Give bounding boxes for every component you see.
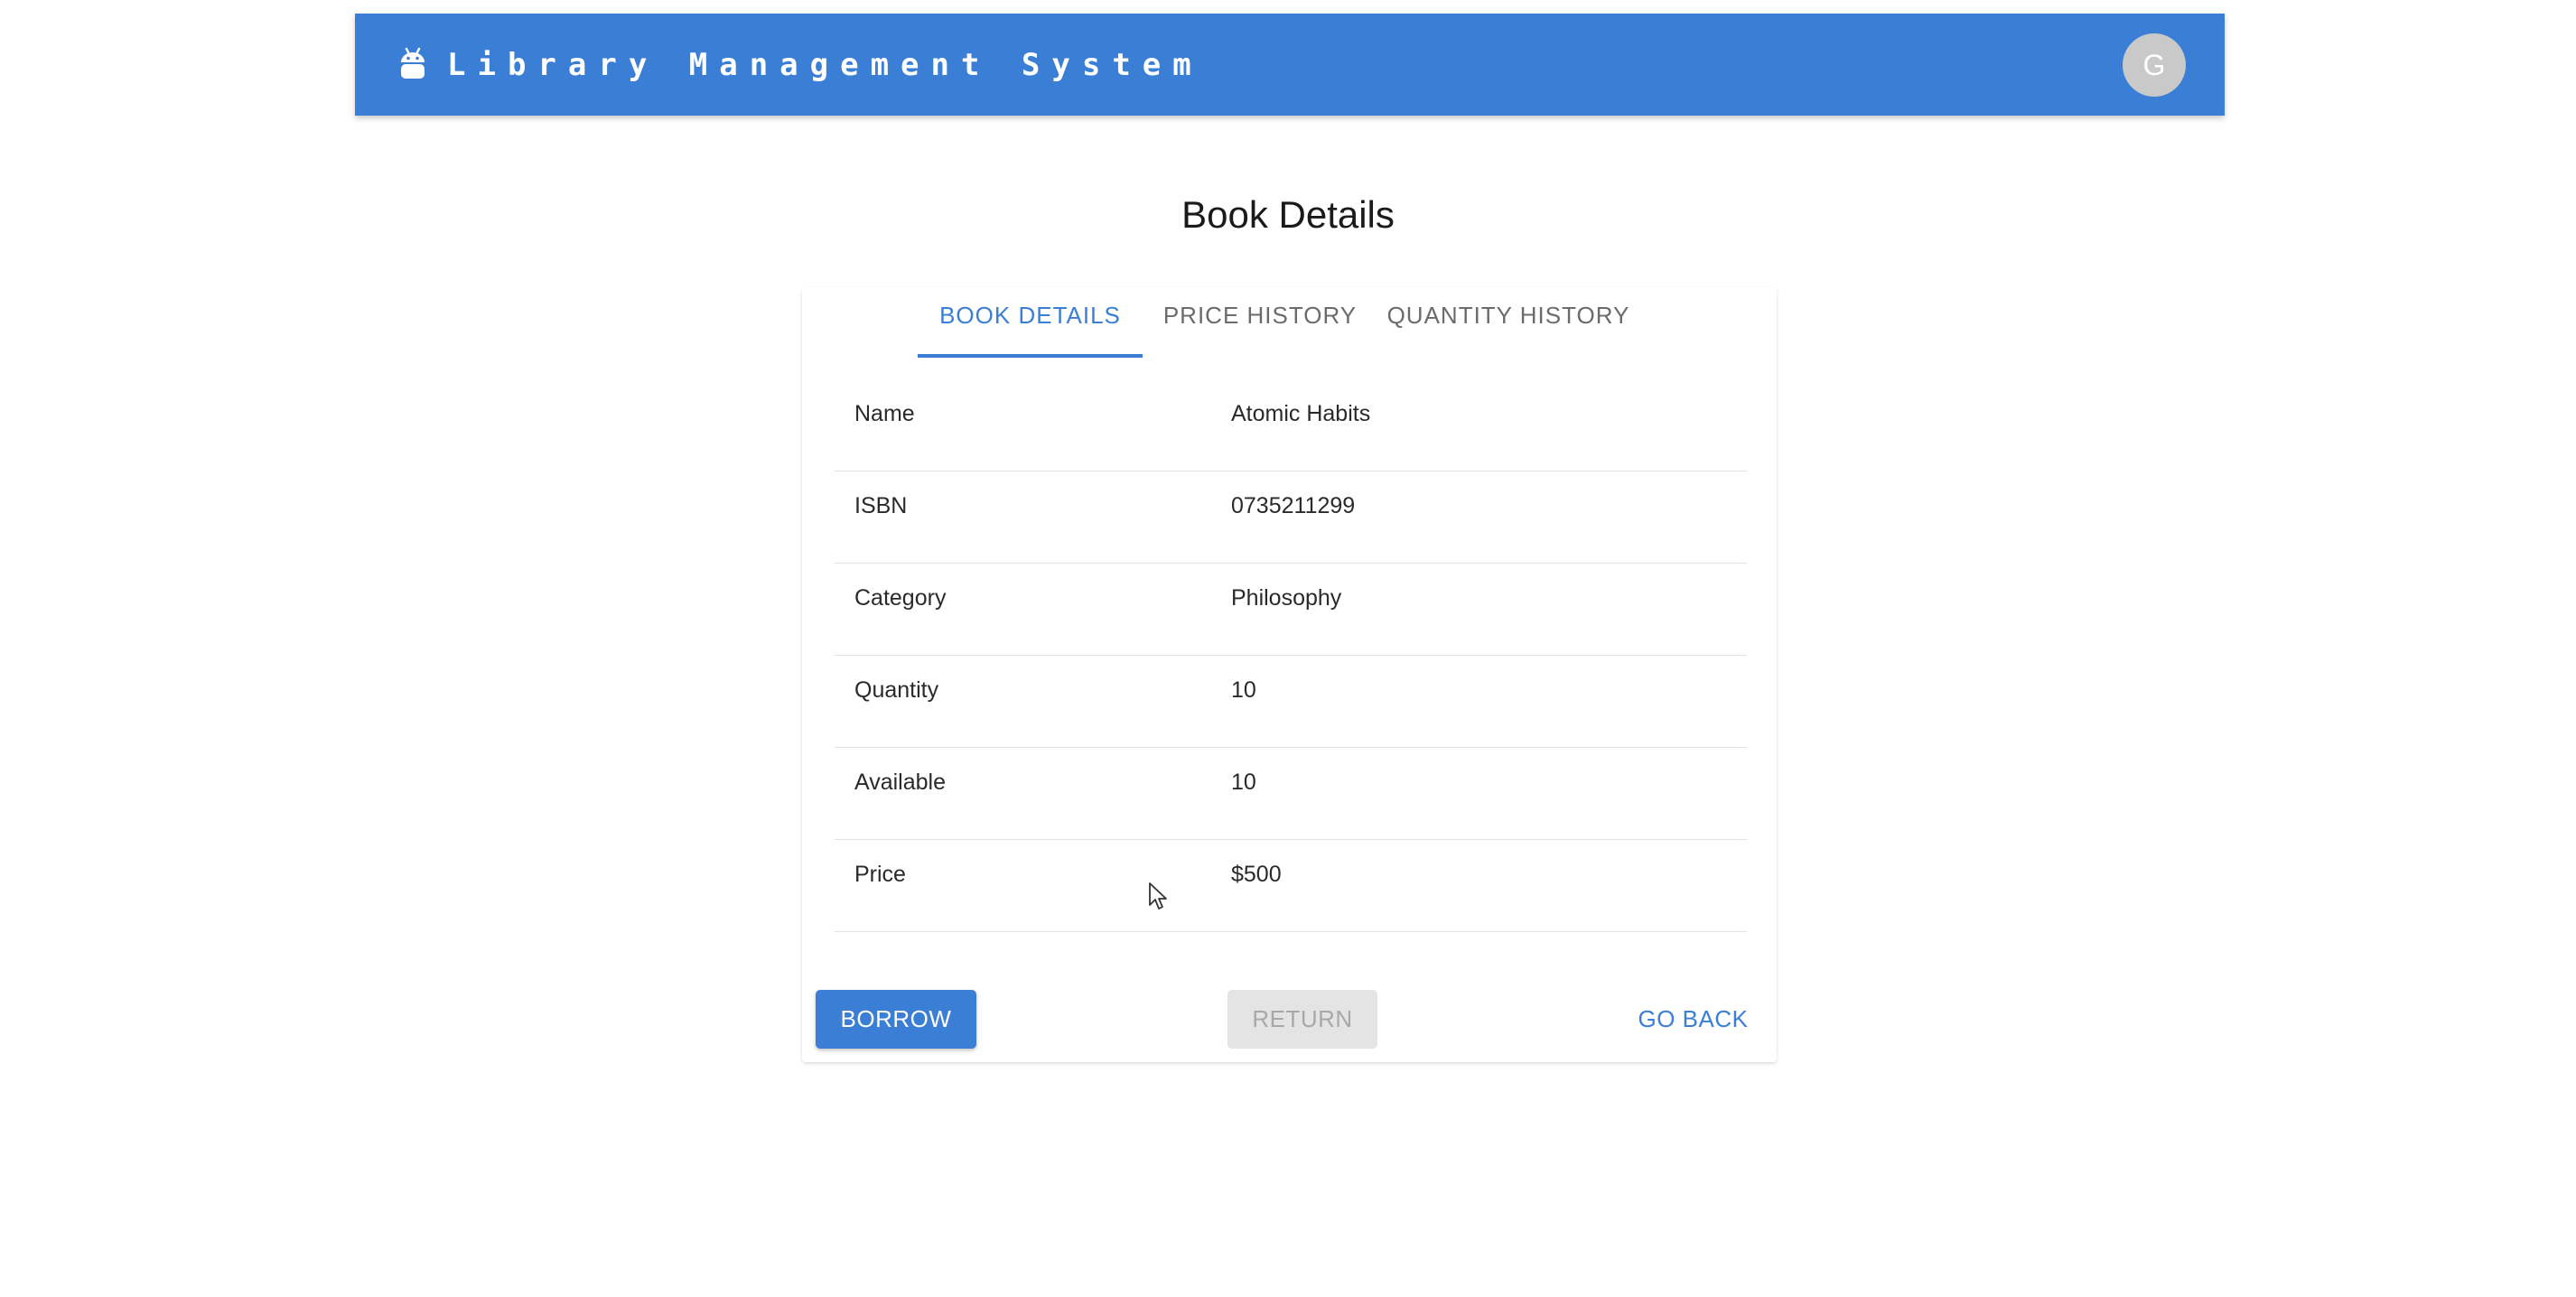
detail-row-quantity: Quantity 10 — [835, 656, 1747, 748]
detail-row-available: Available 10 — [835, 748, 1747, 840]
borrow-button[interactable]: BORROW — [816, 990, 976, 1049]
tab-price-history[interactable]: PRICE HISTORY — [1161, 287, 1359, 357]
detail-row-category: Category Philosophy — [835, 564, 1747, 656]
detail-label: Price — [854, 862, 906, 887]
detail-row-price: Price $500 — [835, 840, 1747, 932]
tab-book-details[interactable]: BOOK DETAILS — [918, 287, 1143, 357]
detail-row-name: Name Atomic Habits — [835, 379, 1747, 471]
page-title: Book Details — [1181, 193, 1395, 236]
detail-label: Available — [854, 770, 947, 795]
detail-label: ISBN — [854, 493, 908, 518]
detail-label: Category — [854, 585, 947, 611]
detail-value: 10 — [1231, 677, 1256, 703]
detail-row-isbn: ISBN 0735211299 — [835, 471, 1747, 564]
detail-value: Atomic Habits — [1231, 401, 1371, 426]
tab-quantity-history[interactable]: QUANTITY HISTORY — [1377, 287, 1639, 357]
detail-label: Name — [854, 401, 915, 426]
return-button[interactable]: RETURN — [1227, 990, 1377, 1049]
details-table: Name Atomic Habits ISBN 0735211299 Categ… — [835, 379, 1747, 932]
app-title: Library Management System — [447, 46, 1203, 83]
user-avatar[interactable]: G — [2123, 33, 2186, 97]
active-tab-indicator — [918, 354, 1143, 358]
detail-value: $500 — [1231, 862, 1282, 887]
book-details-card: BOOK DETAILS PRICE HISTORY QUANTITY HIST… — [802, 287, 1777, 1062]
android-icon — [401, 47, 425, 79]
detail-value: Philosophy — [1231, 585, 1342, 611]
app-bar: Library Management System G — [355, 14, 2225, 116]
go-back-button[interactable]: GO BACK — [1623, 990, 1763, 1049]
tab-bar: BOOK DETAILS PRICE HISTORY QUANTITY HIST… — [802, 287, 1777, 358]
mouse-cursor-icon — [1149, 882, 1167, 910]
detail-value: 10 — [1231, 770, 1256, 795]
detail-value: 0735211299 — [1231, 493, 1356, 518]
detail-label: Quantity — [854, 677, 939, 703]
